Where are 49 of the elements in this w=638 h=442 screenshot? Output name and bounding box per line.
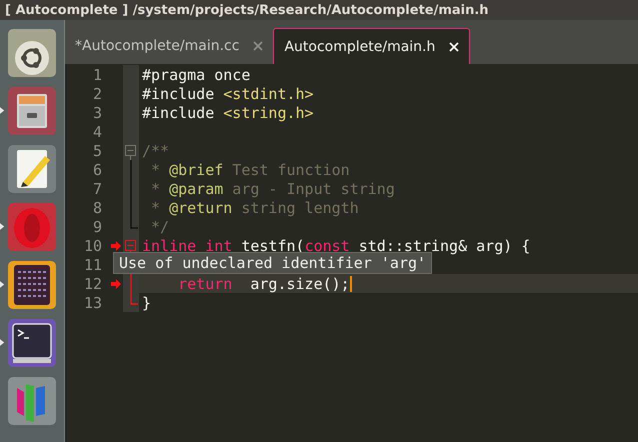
line-number: 9 — [92, 218, 102, 236]
fold-gutter — [123, 65, 139, 84]
code-text: #include — [142, 104, 216, 122]
error-tooltip: Use of undeclared identifier 'arg' — [113, 252, 432, 274]
doc-tag-text: @param — [169, 180, 224, 198]
calculator-icon[interactable] — [7, 260, 57, 310]
line-number: 6 — [92, 160, 102, 178]
ubuntu-logo-icon[interactable] — [7, 28, 57, 78]
comment-text: * — [150, 160, 162, 178]
line-number: 13 — [82, 294, 102, 312]
line-number: 3 — [92, 104, 102, 122]
comment-text: * — [150, 198, 162, 216]
line-number: 12 — [82, 274, 102, 292]
terminal-icon[interactable] — [7, 318, 57, 368]
line-number: 10 — [82, 236, 102, 254]
line-number: 7 — [92, 180, 102, 198]
fold-toggle-icon[interactable] — [125, 240, 136, 255]
line-number: 8 — [92, 198, 102, 216]
code-text: arg.size(); — [249, 274, 350, 292]
string-text: <stdint.h> — [223, 84, 314, 102]
doc-tag-text: @brief — [169, 160, 224, 178]
comment-text: arg - Input string — [231, 180, 395, 198]
comment-text: string length — [240, 198, 359, 216]
line-number: 4 — [92, 122, 102, 140]
file-cabinet-icon[interactable] — [7, 86, 57, 136]
keyword-text: inline — [142, 236, 196, 254]
editor-tab[interactable]: *Autocomplete/main.cc — [65, 28, 274, 64]
keyword-text: int — [204, 236, 232, 254]
code-text: #pragma once — [142, 66, 250, 84]
window-title: [ Autocomplete ] /system/projects/Research/Autocomplete/main.h — [5, 2, 489, 18]
line-number: 5 — [92, 142, 102, 160]
code-text: } — [142, 294, 152, 312]
code-text: #include — [142, 84, 216, 102]
comment-text: Test function — [231, 160, 350, 178]
line-number: 11 — [82, 256, 102, 274]
doc-tag-text: @return — [169, 198, 232, 216]
code-text: testfn( — [240, 236, 305, 254]
line-number: 2 — [92, 84, 102, 102]
editor-tab[interactable]: Autocomplete/main.h — [273, 28, 470, 64]
string-text: <string.h> — [223, 104, 314, 122]
comment-text: /** — [142, 142, 170, 160]
keyword-text: return — [177, 274, 232, 292]
code-text: std::string& arg) { — [358, 236, 530, 254]
line-number: 1 — [92, 66, 102, 84]
notepad-pencil-icon[interactable] — [7, 144, 57, 194]
comment-text: */ — [150, 218, 170, 236]
comment-text: * — [150, 180, 162, 198]
keyword-text: const — [304, 236, 350, 254]
fold-toggle-icon[interactable] — [125, 145, 136, 160]
